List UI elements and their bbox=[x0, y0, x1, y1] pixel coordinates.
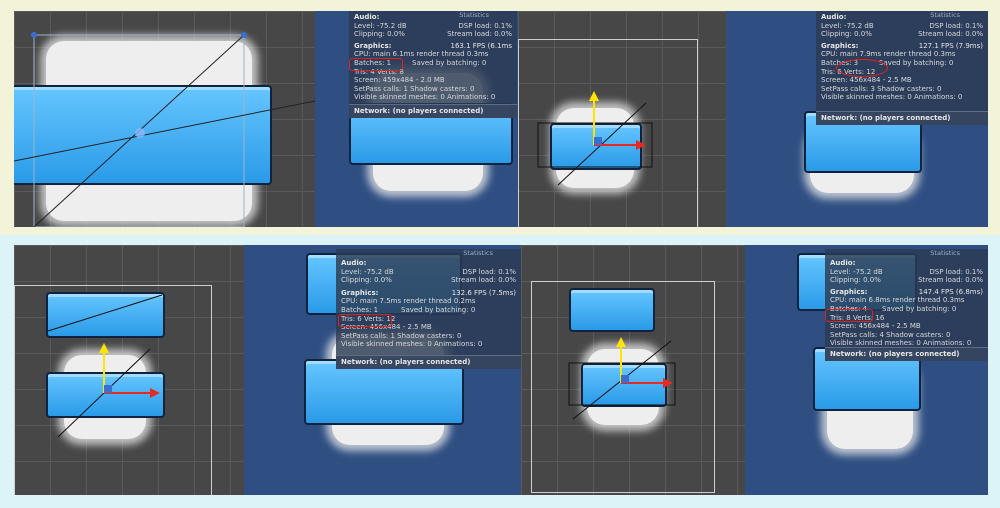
saved-by-batching: Saved by batching: 0 bbox=[401, 305, 476, 314]
batches-count: Batches: 1 bbox=[341, 305, 379, 314]
statistics-panel: Statistics Audio: Level: -75.2 dB DSP loa… bbox=[825, 249, 988, 361]
graphics-header: Graphics: bbox=[830, 287, 868, 296]
graphics-header: Graphics: bbox=[354, 41, 392, 50]
clipping: Clipping: 0.0% bbox=[821, 30, 872, 39]
transform-gizmo bbox=[537, 91, 653, 186]
dsp-load: DSP load: 0.1% bbox=[462, 267, 516, 276]
batches-highlight-box bbox=[338, 314, 392, 327]
fps-readout: 147.4 FPS (6.8ms) bbox=[918, 287, 983, 296]
audio-header: Audio: bbox=[341, 259, 367, 267]
dsp-load: DSP load: 0.1% bbox=[458, 21, 512, 30]
fps-readout: 163.1 FPS (6.1ms bbox=[450, 41, 512, 50]
graphics-header: Graphics: bbox=[341, 288, 379, 297]
clipping: Clipping: 0.0% bbox=[354, 30, 405, 39]
clipping: Clipping: 0.0% bbox=[341, 276, 392, 285]
network-status: Network: (no players connected) bbox=[336, 355, 521, 369]
selection-gizmo bbox=[14, 32, 315, 227]
network-status: Network: (no players connected) bbox=[349, 104, 517, 118]
scene-view-bottom-1[interactable] bbox=[14, 245, 244, 495]
statistics-title: Statistics bbox=[463, 249, 493, 257]
top-comparison-row: Statistics Audio: Level: -75.2 dB DSP loa… bbox=[0, 0, 1000, 235]
network-status: Network: (no players connected) bbox=[825, 347, 988, 361]
transform-gizmo bbox=[47, 294, 163, 438]
cpu-readout: CPU: main 7.5ms render thread 0.2ms bbox=[341, 297, 476, 306]
scene-view-top-3[interactable] bbox=[518, 11, 726, 227]
audio-level: Level: -75.2 dB bbox=[821, 21, 874, 30]
visible-skinned-meshes: Visible skinned meshes: 0 Animations: 0 bbox=[354, 93, 496, 102]
saved-by-batching: Saved by batching: 0 bbox=[879, 58, 954, 67]
batches-highlight-box bbox=[825, 309, 873, 322]
setpass-calls: SetPass calls: 4 Shadow casters: 0 bbox=[830, 330, 951, 339]
cpu-readout: CPU: main 6.8ms render thread 0.3ms bbox=[830, 296, 965, 305]
graphics-header: Graphics: bbox=[821, 41, 859, 50]
statistics-panel: Statistics Audio: Level: -75.2 dB DSP loa… bbox=[336, 249, 521, 369]
saved-by-batching: Saved by batching: 0 bbox=[882, 304, 957, 313]
setpass-calls: SetPass calls: 1 Shadow casters: 0 bbox=[354, 84, 475, 93]
setpass-calls: SetPass calls: 1 Shadow casters: 0 bbox=[341, 331, 462, 340]
audio-header: Audio: bbox=[830, 259, 856, 267]
statistics-title: Statistics bbox=[930, 249, 960, 257]
stream-load: Stream load: 0.0% bbox=[451, 276, 516, 285]
network-status: Network: (no players connected) bbox=[816, 111, 988, 125]
batches-highlight-box bbox=[349, 58, 403, 71]
visible-skinned-meshes: Visible skinned meshes: 0 Animations: 0 bbox=[821, 93, 963, 102]
screen-size: Screen: 459x484 - 2.0 MB bbox=[354, 76, 445, 85]
stream-load: Stream load: 0.0% bbox=[918, 276, 983, 285]
audio-level: Level: -75.2 dB bbox=[341, 267, 394, 276]
cpu-readout: CPU: main 7.9ms render thread 0.3ms bbox=[821, 50, 956, 59]
visible-skinned-meshes: Visible skinned meshes: 0 Animations: 0 bbox=[341, 340, 483, 349]
stream-load: Stream load: 0.0% bbox=[447, 30, 512, 39]
bottom-comparison-row: Statistics Audio: Level: -75.2 dB DSP loa… bbox=[0, 235, 1000, 508]
screen-size: Screen: 456x484 - 2.5 MB bbox=[830, 322, 921, 331]
scene-view-top-1[interactable] bbox=[14, 11, 315, 227]
transform-gizmo bbox=[568, 337, 676, 420]
audio-header: Audio: bbox=[354, 13, 380, 21]
dsp-load: DSP load: 0.1% bbox=[929, 267, 983, 276]
clipping: Clipping: 0.0% bbox=[830, 276, 881, 285]
audio-level: Level: -75.2 dB bbox=[354, 21, 407, 30]
audio-level: Level: -75.2 dB bbox=[830, 267, 883, 276]
dsp-load: DSP load: 0.1% bbox=[929, 21, 983, 30]
saved-by-batching: Saved by batching: 0 bbox=[412, 58, 487, 67]
setpass-calls: SetPass calls: 3 Shadow casters: 0 bbox=[821, 84, 942, 93]
audio-header: Audio: bbox=[821, 13, 847, 21]
scene-view-bottom-3[interactable] bbox=[521, 245, 745, 495]
cpu-highlight-oval bbox=[836, 59, 888, 77]
fps-readout: 127.1 FPS (7.9ms) bbox=[918, 41, 983, 50]
screen-size: Screen: 456x484 - 2.5 MB bbox=[821, 76, 912, 85]
stream-load: Stream load: 0.0% bbox=[918, 30, 983, 39]
fps-readout: 132.6 FPS (7.5ms) bbox=[451, 288, 516, 297]
